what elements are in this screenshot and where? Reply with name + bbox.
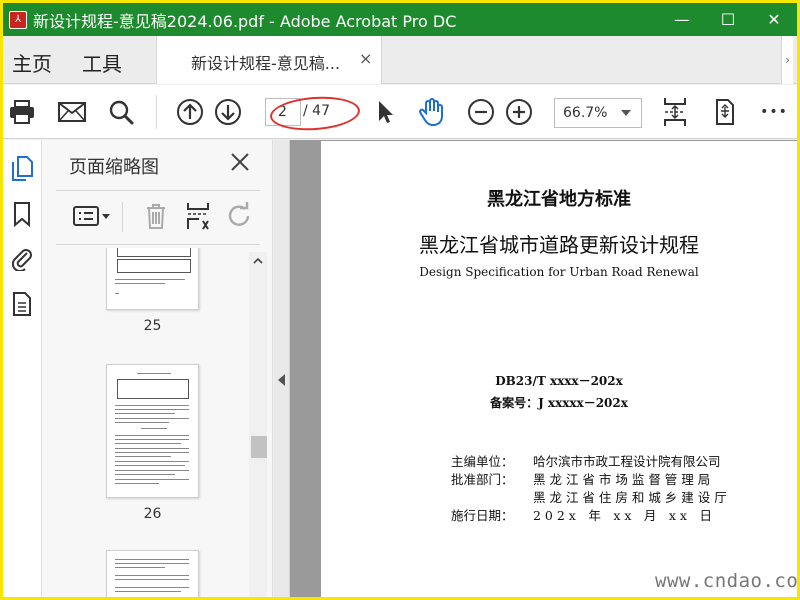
approver-value-1: 黑 龙 江 省 市 场 监 督 管 理 局 [533, 472, 711, 487]
page-thumbnails-button[interactable] [9, 154, 35, 182]
insert-page-icon [187, 203, 209, 230]
print-icon [10, 100, 34, 124]
next-page-button[interactable] [211, 95, 245, 129]
menu-home[interactable]: 主页 [12, 48, 52, 77]
close-panel-button[interactable] [228, 150, 252, 174]
main-toolbar: 2 / 47 66.7% ••• [3, 85, 797, 139]
zoom-out-icon [468, 99, 494, 125]
zoom-in-icon [506, 99, 532, 125]
document-title-cn: 黑龙江省城市道路更新设计规程 [419, 233, 699, 257]
pdf-app-icon: ⅄ [9, 10, 27, 29]
zoom-value: 66.7% [563, 105, 608, 121]
page-down-icon [215, 99, 241, 125]
thumbnail-options-icon [73, 206, 110, 226]
attachment-icon [11, 249, 32, 271]
editor-value: 哈尔滨市市政工程设计院有限公司 [533, 454, 721, 469]
page-up-icon [177, 99, 203, 125]
zoom-select[interactable]: 66.7% [554, 98, 642, 128]
thumbnail-options-button[interactable] [70, 200, 114, 232]
document-properties-button[interactable] [9, 290, 35, 318]
editor-label: 主编单位： [451, 454, 514, 469]
zoom-in-button[interactable] [502, 95, 536, 129]
close-tab-button[interactable]: × [359, 49, 372, 68]
previous-page-button[interactable] [173, 95, 207, 129]
date-value: 2 0 2 x 年 x x 月 x x 日 [533, 508, 712, 523]
tab-bar: 主页 工具 新设计规程-意见稿... × › [3, 36, 797, 84]
rotate-page-icon [716, 99, 734, 125]
fit-page-button[interactable] [658, 95, 692, 129]
thumbnail-label-25: 25 [143, 318, 162, 334]
thumbnail-page-25[interactable] [106, 248, 199, 310]
thumbnail-page-26[interactable] [106, 364, 199, 498]
email-button[interactable] [55, 95, 89, 129]
bookmark-icon [14, 202, 30, 227]
insert-page-button[interactable] [183, 200, 213, 232]
page-thumbnails-icon [12, 156, 33, 181]
bookmarks-button[interactable] [9, 200, 35, 228]
pdf-page: 黑龙江省地方标准 黑龙江省城市道路更新设计规程 Design Specifica… [321, 141, 797, 597]
close-icon [231, 153, 249, 171]
thumbnail-label-26: 26 [143, 506, 162, 522]
title-bar: ⅄ 新设计规程-意见稿2024.06.pdf - Adobe Acrobat P… [3, 3, 797, 36]
site-watermark: www.cndao.com [655, 570, 800, 592]
tab-scroll-right[interactable]: › [781, 36, 793, 84]
delete-page-button[interactable] [141, 200, 171, 232]
approver-label: 批准部门： [451, 472, 514, 487]
record-number: 备案号：J xxxxx－202x [490, 396, 628, 410]
scrollbar-thumb[interactable] [251, 436, 267, 458]
chevron-down-icon [621, 110, 631, 116]
select-tool-button[interactable] [368, 95, 402, 129]
redo-button[interactable] [225, 200, 255, 232]
search-icon [109, 100, 134, 125]
thumbnails-panel: 页面缩略图 25 26 [42, 140, 273, 597]
print-button[interactable] [5, 95, 39, 129]
email-icon [58, 102, 86, 122]
panel-title: 页面缩略图 [69, 157, 159, 178]
standard-type: 黑龙江省地方标准 [487, 189, 631, 210]
hand-tool-icon [419, 98, 443, 127]
maximize-button[interactable]: ☐ [705, 3, 751, 36]
chevron-up-icon [253, 257, 263, 264]
more-tools-button[interactable]: ••• [757, 95, 791, 129]
chevron-left-icon [278, 374, 285, 386]
collapse-panel-handle[interactable] [274, 140, 290, 597]
attachments-button[interactable] [9, 244, 35, 272]
redo-icon [228, 202, 250, 226]
thumbnail-scrollbar[interactable] [249, 252, 267, 597]
document-title-en: Design Specification for Urban Road Rene… [419, 265, 699, 279]
fit-page-icon [664, 98, 686, 126]
close-window-button[interactable]: ✕ [751, 3, 797, 36]
document-tab[interactable]: 新设计规程-意见稿... × [156, 36, 382, 84]
menu-tools[interactable]: 工具 [82, 48, 122, 77]
minimize-button[interactable]: — [659, 3, 705, 36]
document-tab-label: 新设计规程-意见稿... [191, 54, 341, 73]
approver-value-2: 黑 龙 江 省 住 房 和 城 乡 建 设 厅 [533, 490, 727, 505]
document-icon [13, 292, 31, 316]
delete-icon [147, 204, 165, 229]
search-button[interactable] [104, 95, 138, 129]
zoom-out-button[interactable] [464, 95, 498, 129]
standard-code: DB23/T xxxx－202x [495, 374, 623, 388]
thumbnail-page-27[interactable] [106, 550, 199, 597]
window-title: 新设计规程-意见稿2024.06.pdf - Adobe Acrobat Pro… [33, 11, 457, 31]
rotate-page-button[interactable] [708, 95, 742, 129]
hand-tool-button[interactable] [415, 95, 449, 129]
thumbnail-list: 25 26 [42, 248, 249, 597]
date-label: 施行日期： [451, 508, 514, 523]
select-cursor-icon [379, 101, 393, 123]
navigation-rail [3, 140, 42, 597]
